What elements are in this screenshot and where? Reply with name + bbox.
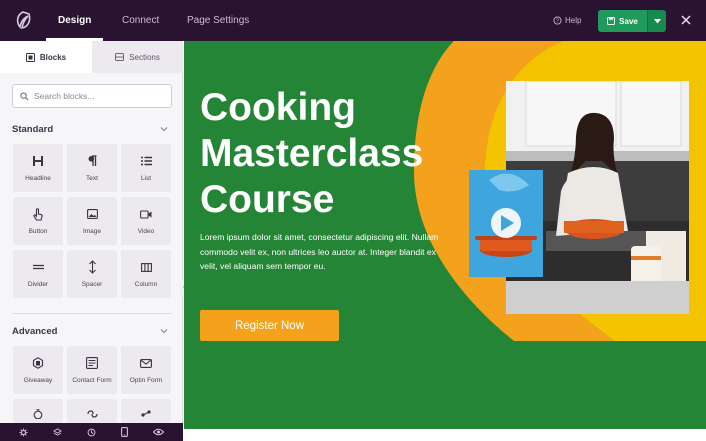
block-text[interactable]: Text <box>67 144 117 192</box>
divider-icon <box>32 260 44 274</box>
tab-sections-label: Sections <box>129 52 160 62</box>
register-now-button[interactable]: Register Now <box>200 310 339 341</box>
block-label: Giveaway <box>23 377 53 384</box>
share-icon <box>141 410 151 417</box>
page-canvas: Cooking Masterclass Course Lorem ipsum d… <box>184 41 706 429</box>
headline-icon <box>33 154 43 168</box>
mobile-preview-icon[interactable] <box>121 427 129 437</box>
block-label: Spacer <box>81 281 103 288</box>
standard-section-title[interactable]: Standard <box>12 124 53 135</box>
blocks-icon <box>25 52 35 62</box>
canvas-next-section <box>184 429 706 441</box>
save-options-dropdown[interactable] <box>647 10 666 32</box>
link-icon <box>86 410 98 418</box>
chevron-down-icon[interactable] <box>160 327 168 335</box>
search-placeholder: Search blocks... <box>34 91 95 101</box>
hero-headline[interactable]: Cooking Masterclass Course <box>200 85 460 223</box>
hero-body-text[interactable]: Lorem ipsum dolor sit amet, consectetur … <box>200 230 440 274</box>
top-bar: Design Connect Page Settings ? Help Save <box>0 0 706 41</box>
help-icon: ? <box>553 16 562 25</box>
block-partial[interactable] <box>67 399 117 423</box>
save-button[interactable]: Save <box>598 10 647 32</box>
search-input[interactable]: Search blocks... <box>12 84 172 108</box>
contact-form-icon <box>86 356 98 370</box>
block-label: Headline <box>25 175 51 182</box>
search-icon <box>20 91 29 101</box>
gear-icon[interactable] <box>19 427 28 437</box>
tab-design[interactable]: Design <box>45 0 104 41</box>
tab-page-settings[interactable]: Page Settings <box>187 0 249 41</box>
spacer-icon <box>88 260 97 274</box>
save-button-group: Save <box>598 10 666 32</box>
chevron-down-icon[interactable] <box>160 125 168 133</box>
block-optin-form[interactable]: Optin Form <box>121 346 171 394</box>
video-icon <box>140 207 152 221</box>
block-button[interactable]: Button <box>13 197 63 245</box>
section-divider <box>12 313 172 314</box>
tab-sections[interactable]: Sections <box>92 41 183 73</box>
bottom-toolbar <box>0 423 183 441</box>
caret-down-icon <box>653 18 661 23</box>
block-image[interactable]: Image <box>67 197 117 245</box>
block-label: Column <box>134 281 158 288</box>
block-label: Contact Form <box>72 377 112 384</box>
tab-blocks-label: Blocks <box>39 52 67 62</box>
block-contact-form[interactable]: Contact Form <box>67 346 117 394</box>
blocks-sidebar: Blocks Sections Search blocks... Standar… <box>0 41 190 441</box>
columns-icon <box>140 260 152 274</box>
sections-icon <box>115 53 125 61</box>
history-icon[interactable] <box>87 428 96 437</box>
block-divider[interactable]: Divider <box>13 250 63 298</box>
help-label: Help <box>565 16 582 25</box>
block-column[interactable]: Column <box>121 250 171 298</box>
block-label: List <box>140 175 152 182</box>
save-label: Save <box>619 16 638 26</box>
block-list[interactable]: List <box>121 144 171 192</box>
block-label: Divider <box>27 281 49 288</box>
block-spacer[interactable]: Spacer <box>67 250 117 298</box>
block-video[interactable]: Video <box>121 197 171 245</box>
list-icon <box>140 154 152 168</box>
close-icon[interactable] <box>679 12 693 28</box>
pointer-icon <box>33 207 43 221</box>
tab-blocks[interactable]: Blocks <box>0 41 92 73</box>
block-giveaway[interactable]: Giveaway <box>13 346 63 394</box>
countdown-icon <box>33 409 43 419</box>
help-link[interactable]: ? Help <box>553 0 581 41</box>
block-label: Button <box>28 228 48 235</box>
advanced-section-title[interactable]: Advanced <box>12 326 57 337</box>
svg-text:?: ? <box>556 19 559 25</box>
eye-preview-icon[interactable] <box>153 428 165 436</box>
block-headline[interactable]: Headline <box>13 144 63 192</box>
tab-connect[interactable]: Connect <box>122 0 159 41</box>
seedprod-logo-icon[interactable] <box>12 9 34 31</box>
paragraph-icon <box>88 154 97 168</box>
video-thumbnail[interactable] <box>469 170 543 277</box>
block-label: Text <box>86 175 98 182</box>
image-icon <box>86 207 98 221</box>
block-label: Video <box>137 228 155 235</box>
block-partial[interactable] <box>13 399 63 423</box>
envelope-icon <box>140 356 152 370</box>
block-partial[interactable] <box>121 399 171 423</box>
save-icon <box>607 17 616 25</box>
layers-icon[interactable] <box>52 427 62 437</box>
block-label: Image <box>82 228 102 235</box>
giveaway-icon <box>32 356 44 370</box>
block-label: Optin Form <box>129 377 163 384</box>
